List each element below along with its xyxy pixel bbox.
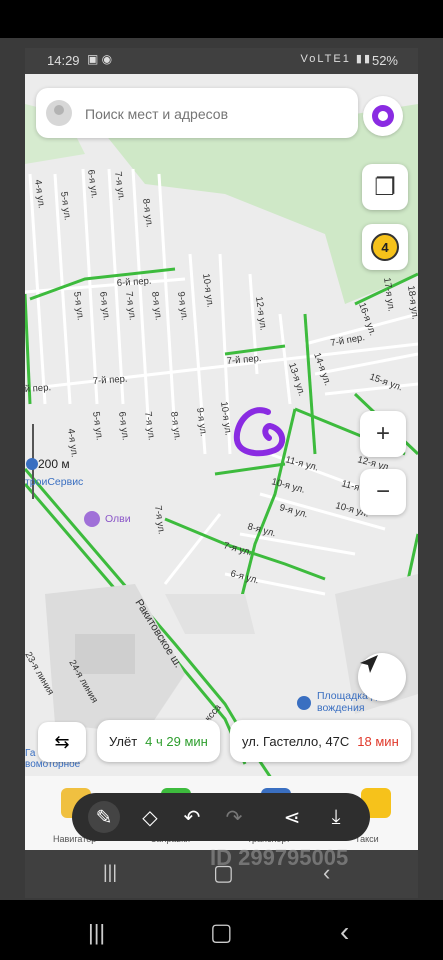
street-label: 11-я ул.	[284, 454, 319, 473]
street-label: 9-я ул.	[194, 407, 209, 437]
share-icon[interactable]: ⋖	[276, 801, 308, 833]
signal-icons: VoLTE1 ▮▮	[300, 53, 372, 65]
street-label: 6-й пер.	[116, 276, 151, 289]
street-label: 12-я ул.	[253, 296, 269, 331]
pen-icon[interactable]: ✎	[88, 801, 120, 833]
street-label: 16-я ул.	[356, 301, 378, 337]
street-label: 7-я ул.	[152, 505, 167, 535]
layers-button[interactable]: ❐	[362, 164, 408, 210]
watermark: ID 299795005	[210, 845, 349, 870]
street-label: 10-я ул.	[218, 401, 234, 436]
volte-label: VoLTE1	[300, 53, 351, 65]
traffic-button[interactable]: 4	[362, 224, 408, 270]
zoom-out-button[interactable]: −	[360, 469, 406, 515]
street-label: 4-я ул.	[32, 179, 47, 209]
download-icon[interactable]: ⤓	[320, 801, 352, 833]
plus-icon: +	[375, 420, 390, 447]
system-navigation-bar: ||| ▢ ‹	[0, 900, 443, 960]
minus-icon: −	[375, 478, 390, 505]
profile-avatar-icon[interactable]	[46, 100, 72, 126]
street-label: й пер.	[25, 382, 51, 395]
recent-apps-icon[interactable]: |||	[88, 920, 105, 946]
zoom-in-button[interactable]: +	[360, 411, 406, 457]
search-bar[interactable]	[36, 88, 358, 140]
route-chip-address[interactable]: ул. Гастелло, 47С 18 мин	[230, 720, 411, 762]
street-label: 8-я ул.	[149, 291, 164, 321]
chip-address-time: 18 мин	[357, 733, 399, 749]
street-label: 5-я ул.	[90, 411, 105, 441]
alice-voice-assistant-icon[interactable]	[363, 96, 403, 136]
map-view[interactable]: 4-я ул. 5-я ул. 6-я ул. 7-я ул. 8-я ул. …	[25, 74, 418, 850]
chip-address-label: ул. Гастелло, 47С	[242, 733, 350, 749]
traffic-level-icon: 4	[371, 233, 399, 261]
status-bar: 14:29 ▣ ◉ VoLTE1 ▮▮ 52%	[25, 48, 418, 74]
street-label: 6-я ул.	[97, 291, 112, 321]
street-label: 6-я ул.	[116, 411, 131, 441]
street-label: 5-я ул.	[58, 191, 73, 221]
route-icon: ⇆	[54, 731, 70, 752]
battery-level: 52%	[371, 53, 398, 68]
street-label: 8-я ул.	[168, 411, 183, 441]
chip-airport-time: 4 ч 29 мин	[145, 733, 208, 749]
layers-icon: ❐	[374, 173, 396, 201]
street-label: 6-я ул.	[85, 169, 100, 199]
search-input[interactable]	[83, 88, 347, 140]
back-icon[interactable]: ‹	[340, 916, 349, 948]
street-label: 10-я ул.	[200, 273, 216, 308]
screenshot-edit-toolbar: ✎ ◇ ↶ ↷ ⋖ ⤓	[72, 793, 370, 841]
street-label: 18-я ул.	[405, 285, 418, 320]
street-label: 4-я ул.	[65, 428, 80, 458]
device-top-bezel	[0, 0, 443, 38]
navigation-arrow-icon	[360, 655, 378, 673]
status-time: 14:29	[47, 53, 80, 68]
route-options-button[interactable]: ⇆	[38, 722, 86, 762]
poi-driving-line2: вождения	[317, 702, 365, 714]
street-label: 7-я ул.	[112, 171, 127, 201]
chip-airport-label: Улёт	[109, 733, 138, 749]
route-chip-airport[interactable]: Улёт 4 ч 29 мин	[97, 720, 220, 762]
street-label: 8-я ул.	[140, 198, 155, 228]
street-label: 7-я ул.	[123, 291, 138, 321]
undo-icon[interactable]: ↶	[176, 801, 208, 833]
recent-apps-icon[interactable]: |||	[103, 862, 117, 883]
home-icon[interactable]: ▢	[210, 918, 233, 947]
street-label: 7-я ул.	[222, 540, 253, 558]
scale-label: 200 м	[38, 457, 70, 471]
street-label: 7-я ул.	[142, 411, 157, 441]
my-location-button[interactable]	[358, 653, 406, 701]
poi-olvi[interactable]: Олви	[105, 513, 131, 525]
street-label: 9-я ул.	[175, 291, 190, 321]
street-label: 5-я ул.	[71, 291, 86, 321]
notification-icons: ▣ ◉	[87, 52, 113, 66]
eraser-icon[interactable]: ◇	[134, 801, 166, 833]
poi-stroyservis[interactable]: троиСервис	[25, 476, 83, 488]
redo-icon[interactable]: ↷	[218, 801, 250, 833]
street-label: 14-я ул.	[311, 351, 333, 387]
